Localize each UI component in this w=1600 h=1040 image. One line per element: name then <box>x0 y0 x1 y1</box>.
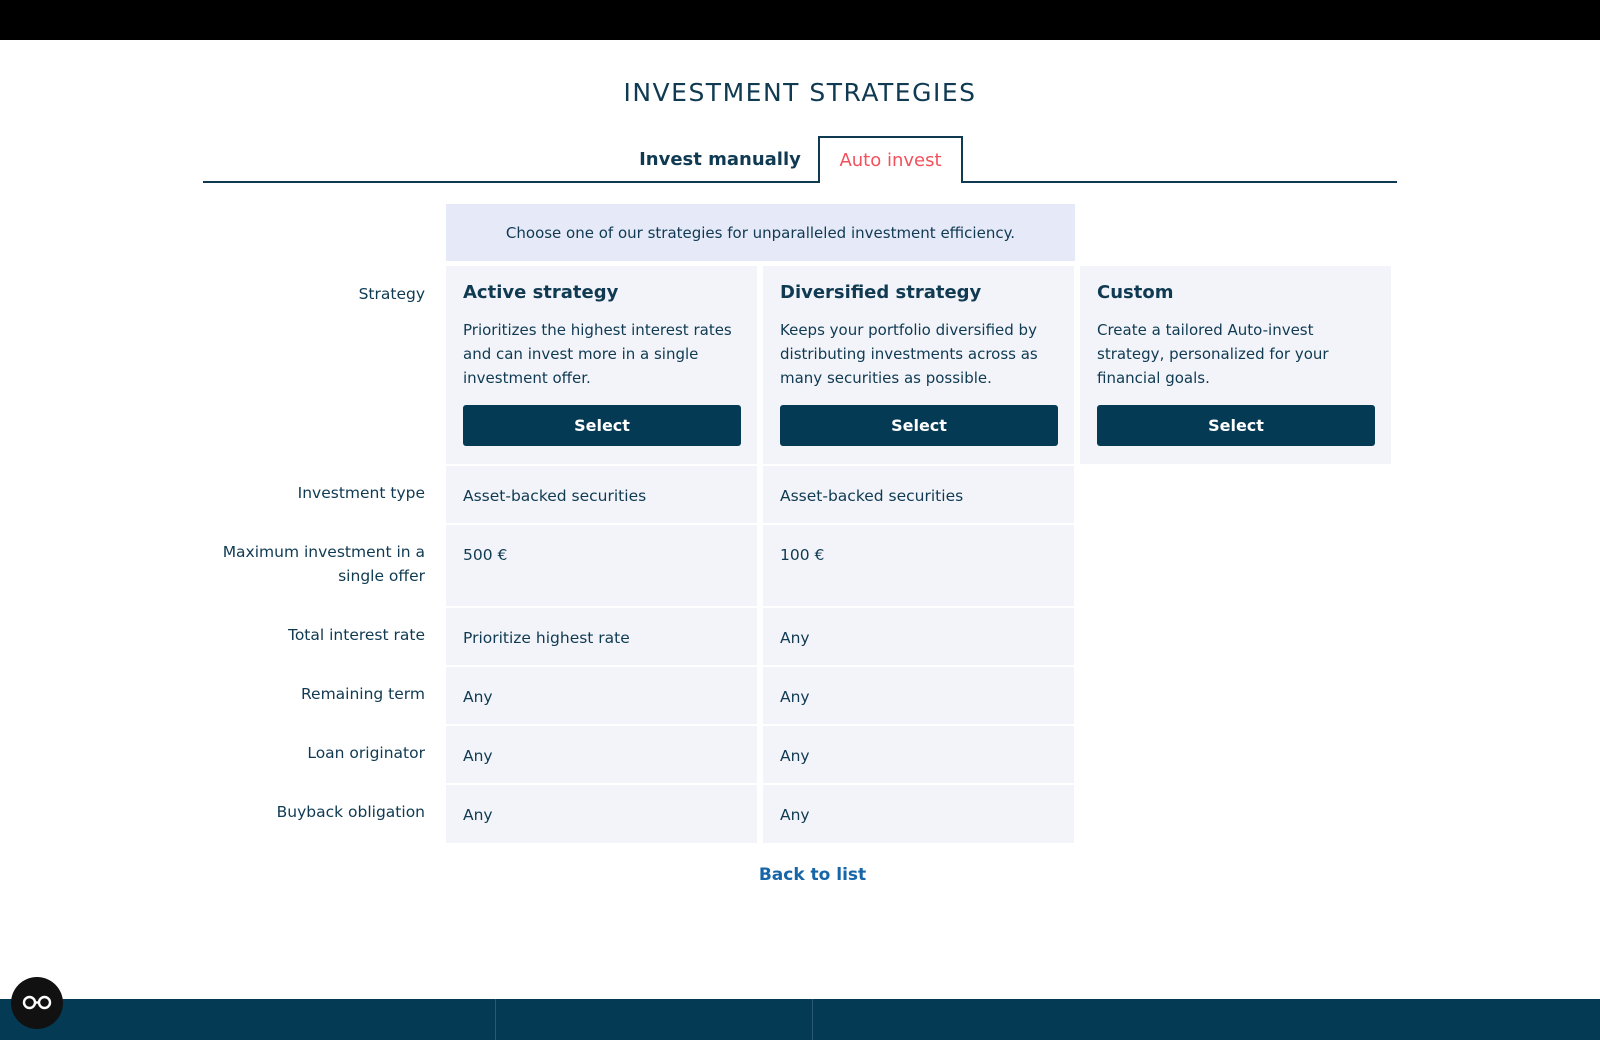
intro-banner: Choose one of our strategies for unparal… <box>446 204 1075 261</box>
footer-divider <box>495 999 496 1040</box>
cell-diversified-total-interest: Any <box>763 608 1074 665</box>
footer-divider <box>812 999 813 1040</box>
tab-invest-manually[interactable]: Invest manually <box>620 136 820 182</box>
select-custom-strategy-button[interactable]: Select <box>1097 405 1375 446</box>
cell-active-investment-type: Asset-backed securities <box>446 466 757 523</box>
strategy-card-custom: Custom Create a tailored Auto-invest str… <box>1080 266 1391 464</box>
card-title: Custom <box>1097 282 1174 303</box>
row-label-max-investment: Maximum investment in a single offer <box>222 543 425 585</box>
cell-diversified-loan-originator: Any <box>763 726 1074 783</box>
cell-active-max-investment: 500 € <box>446 525 757 606</box>
row-label-buyback: Buyback obligation <box>276 803 425 821</box>
strategy-card-diversified: Diversified strategy Keeps your portfoli… <box>763 266 1074 464</box>
cell-active-loan-originator: Any <box>446 726 757 783</box>
cell-diversified-buyback: Any <box>763 785 1074 843</box>
glasses-icon <box>22 995 52 1010</box>
select-diversified-strategy-button[interactable]: Select <box>780 405 1058 446</box>
card-description: Keeps your portfolio diversified by dist… <box>780 321 1038 387</box>
row-label-loan-originator: Loan originator <box>307 744 425 762</box>
card-title: Diversified strategy <box>780 282 982 303</box>
strategy-card-active: Active strategy Prioritizes the highest … <box>446 266 757 464</box>
footer-bar <box>0 999 1600 1040</box>
accessibility-button[interactable] <box>11 977 63 1029</box>
tab-auto-invest[interactable]: Auto invest <box>818 136 963 183</box>
cell-diversified-investment-type: Asset-backed securities <box>763 466 1074 523</box>
back-to-list-link[interactable]: Back to list <box>700 865 925 885</box>
select-active-strategy-button[interactable]: Select <box>463 405 741 446</box>
row-label-remaining-term: Remaining term <box>300 685 425 703</box>
cell-diversified-remaining-term: Any <box>763 667 1074 724</box>
card-title: Active strategy <box>463 282 619 303</box>
cell-active-total-interest: Prioritize highest rate <box>446 608 757 665</box>
card-description: Prioritizes the highest interest rates a… <box>463 321 732 387</box>
cell-diversified-max-investment: 100 € <box>763 525 1074 606</box>
cell-active-remaining-term: Any <box>446 667 757 724</box>
row-label-strategy: Strategy <box>358 285 425 303</box>
top-bar <box>0 0 1600 40</box>
cell-active-buyback: Any <box>446 785 757 843</box>
card-description: Create a tailored Auto-invest strategy, … <box>1097 321 1329 387</box>
row-label-total-interest: Total interest rate <box>287 626 425 644</box>
row-label-investment-type: Investment type <box>297 484 425 502</box>
page-title: INVESTMENT STRATEGIES <box>623 78 977 107</box>
